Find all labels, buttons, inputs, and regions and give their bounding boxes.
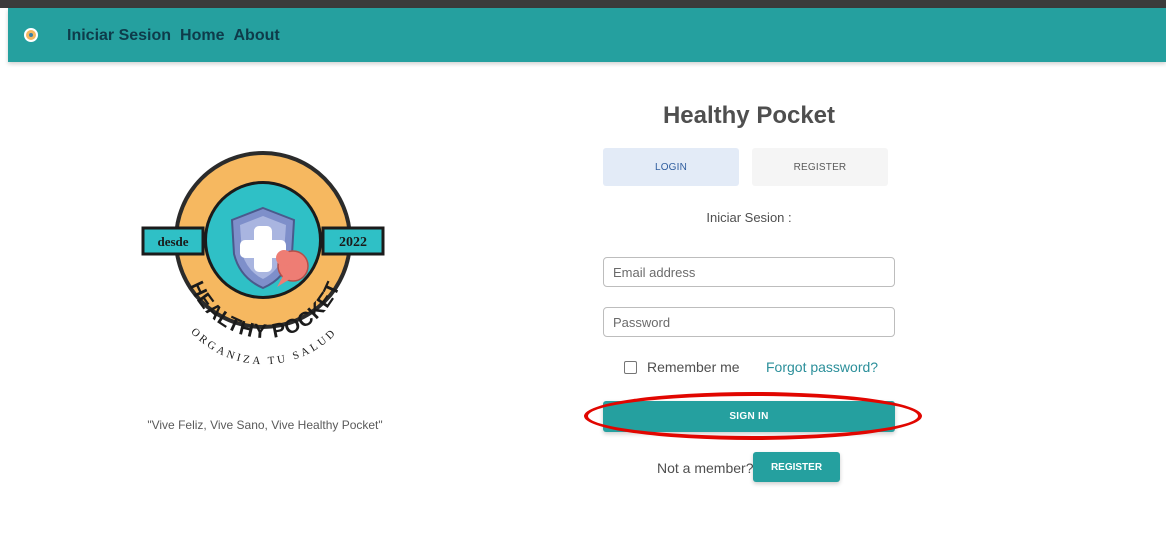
logo-desde-text: desde (157, 234, 188, 249)
slogan: "Vive Feliz, Vive Sano, Vive Healthy Poc… (147, 418, 383, 432)
register-button[interactable]: REGISTER (753, 452, 840, 482)
form-subtitle: Iniciar Sesion : (706, 210, 792, 225)
window-top-border (0, 0, 1166, 8)
nav-link-home[interactable]: Home (180, 26, 224, 46)
nav-link-iniciar-sesion[interactable]: Iniciar Sesion (67, 26, 171, 46)
logo-year-text: 2022 (339, 235, 367, 250)
not-member-text: Not a member? (657, 460, 754, 476)
logo-image: desde 2022 HEALTHY POCKET ORGANIZA TU SA… (141, 151, 385, 367)
logo-circle-icon[interactable] (24, 28, 38, 42)
checkbox-box[interactable] (624, 360, 637, 374)
navbar: Iniciar Sesion Home About (8, 8, 1166, 62)
tab-login[interactable]: LOGIN (603, 148, 739, 186)
tab-register[interactable]: REGISTER (752, 148, 888, 186)
remember-me-label: Remember me (647, 359, 740, 375)
sign-in-button[interactable]: SIGN IN (603, 401, 895, 432)
page-title: Healthy Pocket (662, 102, 836, 129)
healthy-pocket-logo: desde 2022 HEALTHY POCKET ORGANIZA TU SA… (140, 150, 386, 380)
nav-link-about[interactable]: About (234, 26, 280, 46)
email-field[interactable] (603, 257, 895, 287)
password-field[interactable] (603, 307, 895, 337)
nav-links: Iniciar Sesion Home About (67, 26, 289, 46)
forgot-password-link[interactable]: Forgot password? (766, 359, 878, 375)
remember-me-checkbox[interactable]: Remember me (624, 359, 740, 375)
